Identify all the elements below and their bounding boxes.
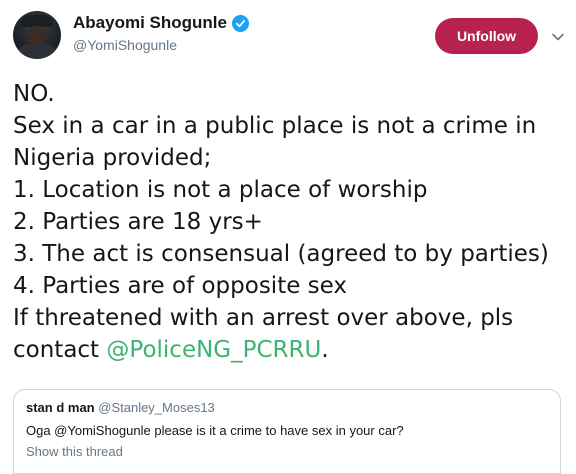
tweet-last-line: contact @PoliceNG_PCRRU. bbox=[13, 334, 573, 366]
show-thread-link[interactable]: Show this thread bbox=[26, 444, 123, 459]
quoted-author-handle: @Stanley_Moses13 bbox=[98, 400, 215, 415]
tweet-contact-text: contact bbox=[13, 337, 107, 363]
author-name-row: Abayomi Shogunle bbox=[73, 13, 249, 33]
quoted-tweet-text: Oga @YomiShogunle please is it a crime t… bbox=[26, 423, 404, 438]
tweet-line: 2. Parties are 18 yrs+ bbox=[13, 209, 263, 235]
tweet-text: NO. Sex in a car in a public place is no… bbox=[13, 78, 573, 366]
author-display-name[interactable]: Abayomi Shogunle bbox=[73, 13, 227, 33]
avatar[interactable] bbox=[13, 11, 61, 59]
tweet-line: Nigeria provided; bbox=[13, 145, 212, 171]
quoted-author-name: stan d man bbox=[26, 400, 95, 415]
tweet-line: 1. Location is not a place of worship bbox=[13, 177, 428, 203]
avatar-face bbox=[28, 26, 46, 46]
tweet-line: 3. The act is consensual (agreed to by p… bbox=[13, 241, 549, 267]
tweet-line: Sex in a car in a public place is not a … bbox=[13, 113, 537, 139]
author-handle[interactable]: @YomiShogunle bbox=[73, 37, 177, 53]
tweet-period: . bbox=[321, 337, 329, 363]
verified-badge-icon bbox=[231, 14, 249, 32]
avatar-shirt bbox=[17, 44, 57, 59]
tweet-line: 4. Parties are of opposite sex bbox=[13, 273, 348, 299]
unfollow-button[interactable]: Unfollow bbox=[435, 18, 538, 54]
tweet-line: NO. bbox=[13, 81, 55, 107]
quoted-author: stan d man @Stanley_Moses13 bbox=[26, 400, 215, 415]
chevron-down-icon[interactable] bbox=[551, 30, 565, 44]
mention-link[interactable]: @PoliceNG_PCRRU bbox=[106, 337, 321, 363]
quoted-tweet-card[interactable]: stan d man @Stanley_Moses13 Oga @YomiSho… bbox=[13, 389, 561, 474]
tweet-line: If threatened with an arrest over above,… bbox=[13, 305, 514, 331]
